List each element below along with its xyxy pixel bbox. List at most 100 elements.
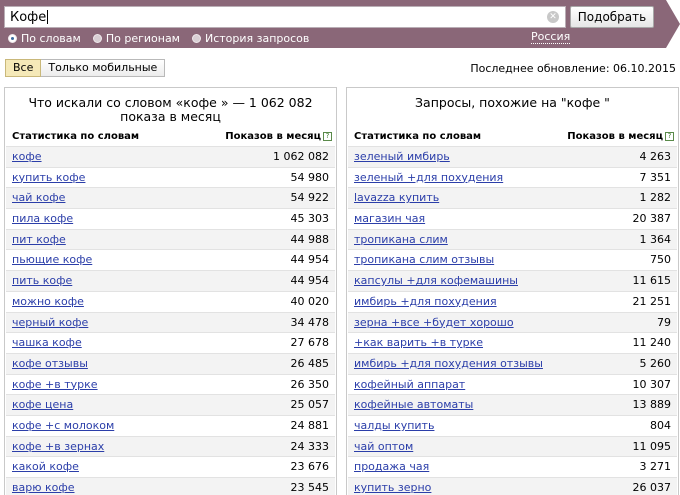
phrase-link[interactable]: кофе +в зернах [12,440,104,453]
table-row: чай оптом 11 095 [348,435,677,457]
phrase-link[interactable]: черный кофе [12,316,88,329]
table-row: кофе отзывы 26 485 [6,352,335,374]
phrase-link[interactable]: купить зерно [354,481,431,494]
monthly-shows-count: 24 333 [290,439,330,453]
phrase-link[interactable]: зеленый +для похудения [354,171,503,184]
mode-by-words[interactable]: По словам [8,32,81,45]
monthly-shows-count: 25 057 [290,398,330,412]
monthly-shows-count: 79 [657,315,671,329]
table-row: черный кофе 34 478 [6,311,335,333]
phrase-link[interactable]: кофе +с молоком [12,419,114,432]
table-row: кофейные автоматы 13 889 [348,394,677,415]
table-row: чалды купить 804 [348,414,677,436]
phrase-link[interactable]: чай оптом [354,440,413,453]
phrase-link[interactable]: какой кофе [12,460,79,473]
monthly-shows-count: 804 [650,418,671,432]
col-shows-label: Показов в месяц [225,131,321,142]
radio-empty-icon [92,33,102,43]
monthly-shows-count: 20 387 [632,212,672,226]
monthly-shows-count: 1 364 [639,232,672,246]
phrase-link[interactable]: пить кофе [12,274,72,287]
monthly-shows-count: 54 922 [290,191,330,205]
table-row: пила кофе 45 303 [6,208,335,229]
phrase-link[interactable]: пьющие кофе [12,253,92,266]
phrase-link[interactable]: зеленый имбирь [354,150,450,163]
phrase-link[interactable]: пит кофе [12,233,66,246]
monthly-shows-count: 54 980 [290,170,330,184]
phrase-link[interactable]: кофе цена [12,398,73,411]
phrase-link[interactable]: имбирь +для похудения отзывы [354,357,543,370]
monthly-shows-count: 44 954 [290,274,330,288]
table-row: имбирь +для похудения 21 251 [348,290,677,312]
phrase-link[interactable]: кофейный аппарат [354,378,465,391]
clear-icon[interactable]: ✕ [547,11,559,23]
table-row: кофе 1 062 082 [6,146,335,167]
monthly-shows-count: 21 251 [632,294,672,308]
monthly-shows-count: 23 545 [290,481,330,494]
phrase-link[interactable]: кофе +в турке [12,378,98,391]
phrase-link[interactable]: пила кофе [12,212,73,225]
search-input[interactable]: Кофе ✕ [4,6,566,28]
panel-title-line2: показа в месяц [120,109,221,124]
radio-empty-icon [191,33,201,43]
monthly-shows-count: 11 615 [632,274,672,288]
table-row: капсулы +для кофемашины 11 615 [348,270,677,291]
similar-queries-rows: зеленый имбирь 4 263 зеленый +для похудени… [348,146,677,495]
phrase-link[interactable]: чай кофе [12,191,65,204]
phrase-link[interactable]: капсулы +для кофемашины [354,274,518,287]
monthly-shows-count: 1 282 [639,191,672,205]
mode-label: По словам [21,31,81,45]
table-row: купить кофе 54 980 [6,166,335,188]
phrase-link[interactable]: +как варить +в турке [354,336,483,349]
mode-history[interactable]: История запросов [191,32,309,45]
phrase-link[interactable]: варю кофе [12,481,75,494]
monthly-shows-count: 44 954 [290,253,330,267]
phrase-link[interactable]: тропикана слим [354,233,448,246]
table-row: чашка кофе 27 678 [6,332,335,353]
monthly-shows-count: 34 478 [290,315,330,329]
table-row: пит кофе 44 988 [6,228,335,250]
monthly-shows-count: 4 263 [639,150,672,163]
similar-queries-panel: Запросы, похожие на "кофе " Статистика п… [346,87,679,495]
monthly-shows-count: 11 240 [632,336,672,350]
table-row: купить зерно 26 037 [348,477,677,495]
panel-title-line1: Что искали со словом «кофе » — 1 062 082 [28,95,313,110]
table-row: магазин чая 20 387 [348,208,677,229]
panel-title: Что искали со словом «кофе » — 1 062 082… [5,96,336,124]
mode-by-regions[interactable]: По регионам [92,32,180,45]
table-row: зерна +все +будет хорошо 79 [348,311,677,333]
region-selector-link[interactable]: Россия [531,30,571,44]
phrase-link[interactable]: кофе [12,150,42,163]
table-row: кофе +с молоком 24 881 [6,414,335,436]
search-mode-group: По словам По регионам История запросов [8,30,321,46]
table-row: кофейный аппарат 10 307 [348,373,677,395]
help-icon[interactable]: ? [665,132,674,141]
phrase-link[interactable]: имбирь +для похудения [354,295,497,308]
search-query-text: Кофе [10,9,47,25]
col-shows-label: Показов в месяц [567,131,663,142]
phrase-link[interactable]: зерна +все +будет хорошо [354,316,514,329]
device-filter-group: Все Только мобильные [5,59,166,77]
phrase-link[interactable]: тропикана слим отзывы [354,253,494,266]
last-update-text: Последнее обновление: 06.10.2015 [470,62,676,75]
monthly-shows-count: 40 020 [290,294,330,308]
phrase-link[interactable]: магазин чая [354,212,425,225]
monthly-shows-count: 750 [650,253,671,267]
monthly-shows-count: 5 260 [639,356,672,370]
phrase-link[interactable]: кофейные автоматы [354,398,473,411]
table-row: кофе цена 25 057 [6,394,335,415]
phrase-link[interactable]: купить кофе [12,171,85,184]
help-icon[interactable]: ? [323,132,332,141]
phrase-link[interactable]: можно кофе [12,295,84,308]
filter-mobile-button[interactable]: Только мобильные [41,59,166,77]
phrase-link[interactable]: lavazza купить [354,191,439,204]
phrase-link[interactable]: чалды купить [354,419,434,432]
phrase-link[interactable]: чашка кофе [12,336,82,349]
phrase-link[interactable]: продажа чая [354,460,429,473]
phrase-link[interactable]: кофе отзывы [12,357,88,370]
table-row: пить кофе 44 954 [6,270,335,291]
search-button[interactable]: Подобрать [570,6,654,28]
table-row: тропикана слим 1 364 [348,228,677,250]
filter-all-button[interactable]: Все [5,59,42,77]
table-row: чай кофе 54 922 [6,187,335,209]
